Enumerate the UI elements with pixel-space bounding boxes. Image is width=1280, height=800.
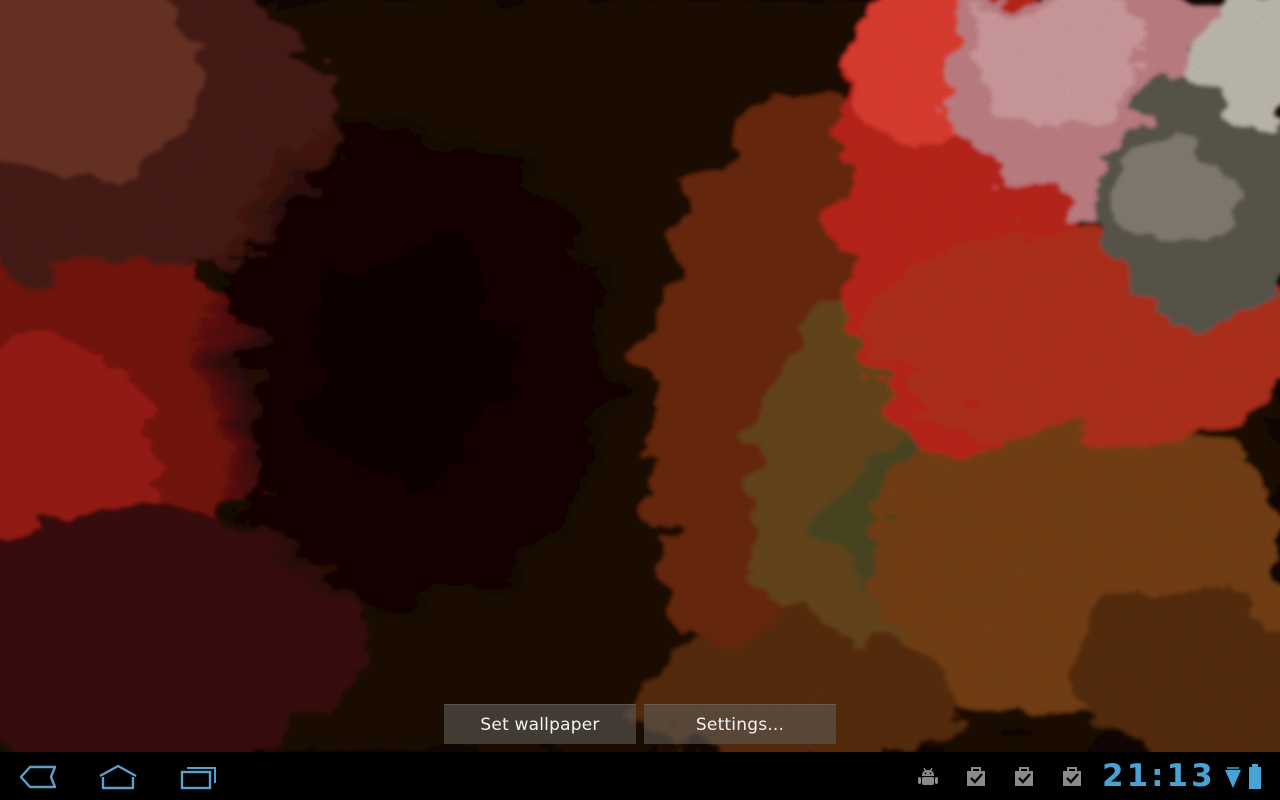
live-wallpaper-preview-screen: Set wallpaper Settings... 21:13 (0, 0, 1280, 800)
home-button[interactable] (88, 760, 148, 794)
download-complete-icon[interactable] (963, 764, 989, 790)
set-wallpaper-button[interactable]: Set wallpaper (444, 704, 636, 744)
recent-apps-button[interactable] (168, 760, 228, 794)
live-wallpaper-image (0, 0, 1280, 752)
home-icon (99, 764, 137, 790)
wallpaper-settings-button[interactable]: Settings... (644, 704, 836, 744)
wallpaper-preview-actions: Set wallpaper Settings... (444, 704, 836, 744)
android-debug-icon[interactable] (915, 764, 941, 790)
back-button[interactable] (8, 760, 68, 794)
system-bar: 21:13 (0, 752, 1280, 800)
back-icon (19, 765, 57, 789)
wifi-signal-icon (1225, 767, 1241, 788)
recent-apps-icon (180, 767, 216, 790)
download-complete-icon[interactable] (1059, 764, 1085, 790)
status-icons[interactable] (1222, 762, 1268, 792)
download-complete-icon[interactable] (1011, 764, 1037, 790)
battery-icon (1249, 764, 1261, 789)
status-clock[interactable]: 21:13 (1102, 757, 1214, 795)
